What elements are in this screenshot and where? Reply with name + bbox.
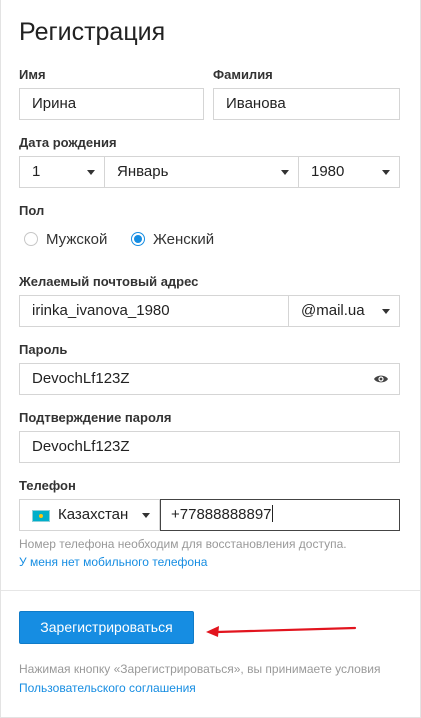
registration-card: Регистрация Имя Фамилия Ирина Иванова Да… — [0, 0, 421, 718]
chevron-down-icon — [87, 170, 95, 175]
text-cursor — [271, 505, 273, 522]
country-select[interactable]: Казахстан — [19, 499, 160, 531]
phone-value: +77888888897 — [171, 506, 272, 523]
chevron-down-icon — [281, 170, 289, 175]
password-confirm-input[interactable]: DevochLf123Z — [19, 431, 400, 463]
password-confirm-label: Подтверждение пароля — [19, 410, 172, 425]
kazakhstan-flag-icon — [32, 510, 50, 522]
page-title: Регистрация — [19, 18, 166, 46]
no-phone-link[interactable]: У меня нет мобильного телефона — [19, 555, 207, 569]
first-name-input[interactable]: Ирина — [19, 88, 204, 120]
email-domain-select[interactable]: @mail.ua — [288, 295, 400, 327]
phone-label: Телефон — [19, 478, 76, 493]
last-name-input[interactable]: Иванова — [213, 88, 400, 120]
first-name-label: Имя — [19, 67, 46, 82]
chevron-down-icon — [382, 309, 390, 314]
birth-date-label: Дата рождения — [19, 135, 117, 150]
birth-month-value: Январь — [117, 163, 169, 180]
register-button[interactable]: Зарегистрироваться — [19, 611, 194, 644]
birth-year-value: 1980 — [311, 163, 345, 180]
agreement-text: Нажимая кнопку «Зарегистрироваться», вы … — [19, 662, 381, 676]
gender-male-label: Мужской — [46, 231, 108, 248]
phone-hint: Номер телефона необходим для восстановле… — [19, 537, 347, 551]
email-domain-value: @mail.ua — [301, 302, 365, 319]
last-name-label: Фамилия — [213, 67, 273, 82]
email-input[interactable]: irinka_ivanova_1980 — [19, 295, 289, 327]
agreement-note: Нажимая кнопку «Зарегистрироваться», вы … — [19, 660, 399, 698]
password-label: Пароль — [19, 342, 68, 357]
country-value: Казахстан — [58, 506, 129, 523]
agreement-link[interactable]: Пользовательского соглашения — [19, 681, 196, 695]
password-value: DevochLf123Z — [32, 370, 130, 387]
divider — [1, 590, 420, 591]
gender-label: Пол — [19, 203, 45, 218]
phone-input[interactable]: +77888888897 — [160, 499, 400, 531]
birth-month-select[interactable]: Январь — [104, 156, 299, 188]
gender-female-label: Женский — [153, 231, 215, 248]
chevron-down-icon — [382, 170, 390, 175]
radio-checked-icon — [131, 232, 145, 246]
birth-day-value: 1 — [32, 163, 41, 180]
eye-icon[interactable] — [373, 373, 389, 385]
birth-year-select[interactable]: 1980 — [298, 156, 400, 188]
password-input[interactable]: DevochLf123Z — [19, 363, 400, 395]
red-arrow-icon — [206, 626, 357, 637]
chevron-down-icon — [142, 513, 150, 518]
radio-unchecked-icon — [24, 232, 38, 246]
email-label: Желаемый почтовый адрес — [19, 274, 199, 289]
birth-day-select[interactable]: 1 — [19, 156, 105, 188]
